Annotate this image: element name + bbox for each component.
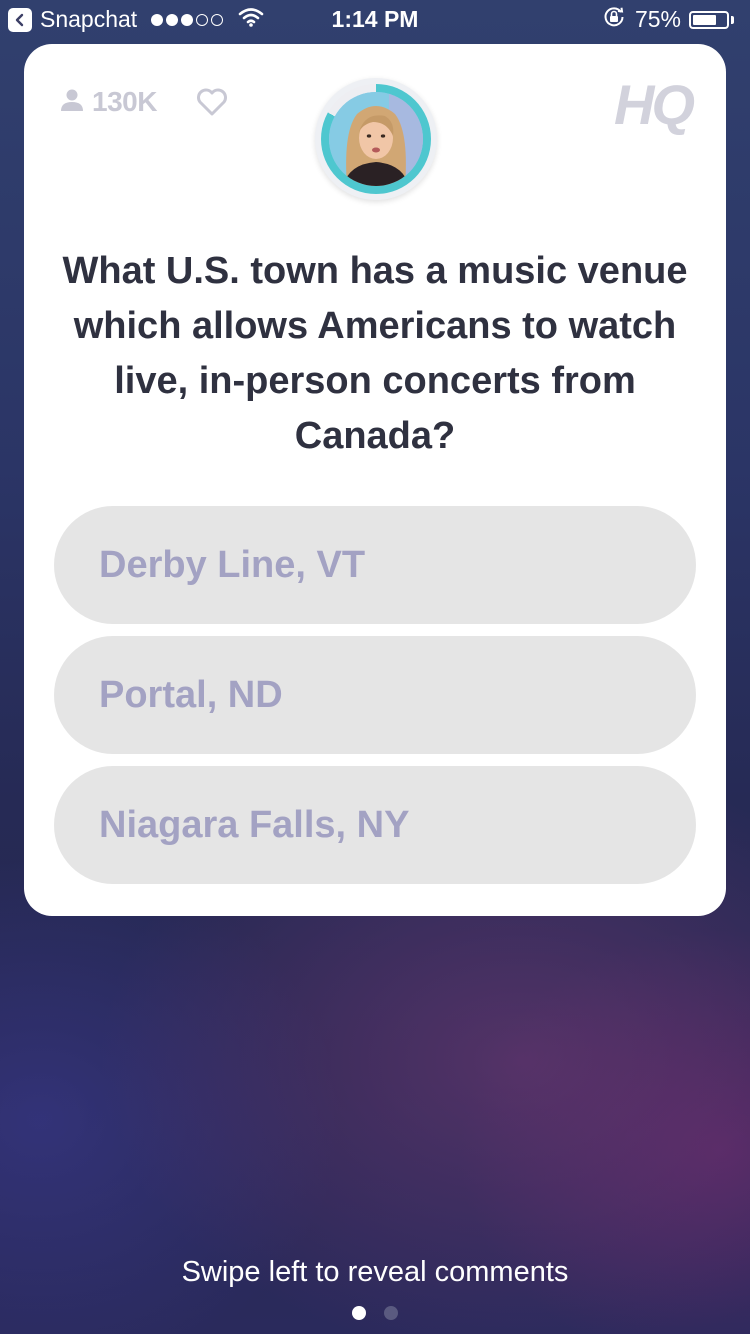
viewer-count: 130K bbox=[92, 86, 157, 117]
heart-icon[interactable] bbox=[196, 88, 228, 121]
battery-icon bbox=[689, 10, 729, 29]
answer-label: Portal, ND bbox=[99, 673, 283, 716]
swipe-hint: Swipe left to reveal comments bbox=[181, 1256, 569, 1288]
rotation-lock-icon bbox=[603, 6, 625, 33]
answer-list: Derby Line, VT Portal, ND Niagara Falls,… bbox=[54, 506, 696, 896]
answer-label: Derby Line, VT bbox=[99, 543, 366, 586]
page-indicator[interactable] bbox=[0, 1306, 750, 1320]
answer-option[interactable]: Niagara Falls, NY bbox=[54, 766, 696, 884]
viewer-count-group: 130K bbox=[60, 86, 157, 118]
answer-option[interactable]: Derby Line, VT bbox=[54, 506, 696, 624]
host-avatar bbox=[315, 78, 437, 200]
page-dot-inactive bbox=[384, 1306, 398, 1320]
host-photo bbox=[329, 92, 423, 186]
person-icon bbox=[60, 88, 84, 117]
page-dot-active bbox=[352, 1306, 366, 1320]
question-text: What U.S. town has a music venue which a… bbox=[62, 250, 688, 457]
answer-option[interactable]: Portal, ND bbox=[54, 636, 696, 754]
battery-percent: 75% bbox=[634, 6, 681, 32]
status-bar: Snapchat 1:14 PM 75% bbox=[0, 0, 750, 40]
hq-logo: HQ bbox=[614, 73, 695, 136]
question-card: 130K HQ What U.S. town has a music venue… bbox=[24, 44, 726, 916]
battery-level-fill bbox=[693, 14, 716, 25]
answer-label: Niagara Falls, NY bbox=[99, 803, 410, 846]
battery-tip bbox=[731, 15, 734, 24]
